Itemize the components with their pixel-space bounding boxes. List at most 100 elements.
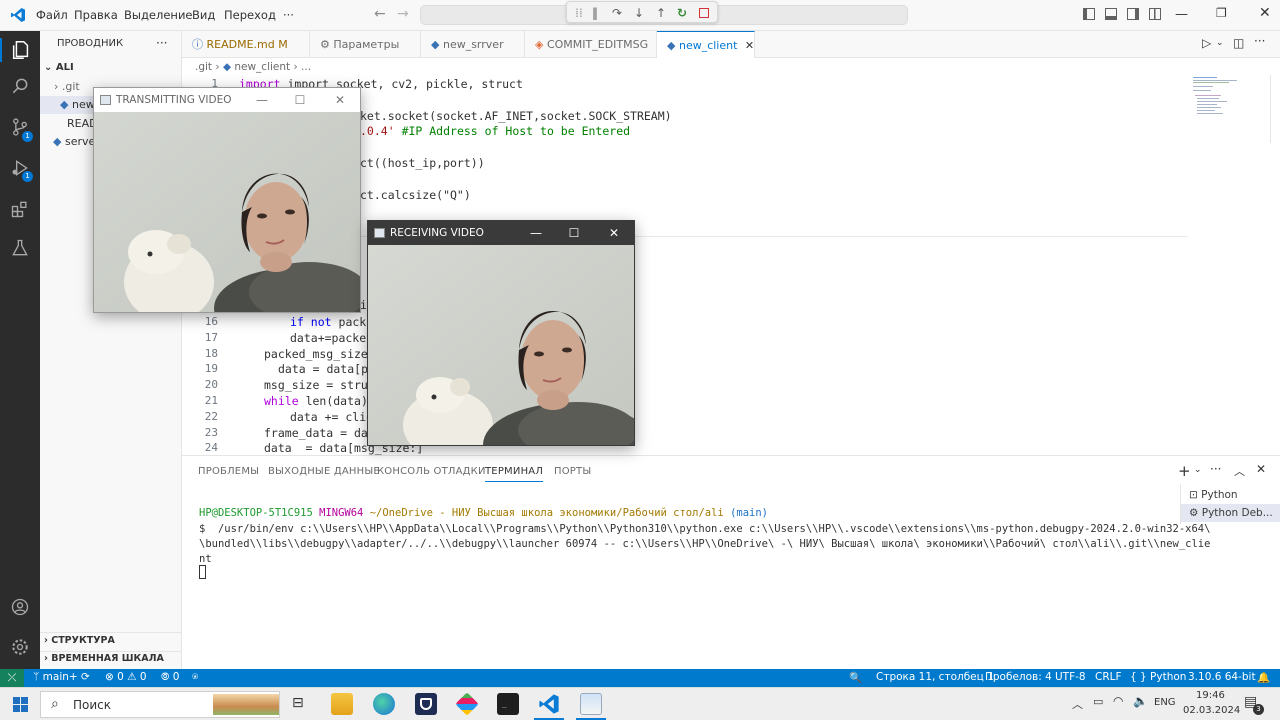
- maximize-icon[interactable]: ☐: [282, 88, 318, 112]
- close-window-icon[interactable]: ✕: [1259, 5, 1271, 21]
- toggle-sidebar-icon[interactable]: [1083, 8, 1095, 20]
- tab-ports[interactable]: ПОРТЫ: [554, 466, 591, 477]
- timeline-section[interactable]: › ВРЕМЕННАЯ ШКАЛА: [44, 653, 164, 664]
- terminal-dropdown-icon[interactable]: ⌄: [1194, 465, 1202, 475]
- forward-arrow-icon[interactable]: →: [397, 6, 409, 22]
- menu-selection[interactable]: Выделение: [124, 8, 193, 22]
- toggle-panel-icon[interactable]: [1105, 8, 1117, 20]
- menu-go[interactable]: Переход: [224, 8, 276, 22]
- run-dropdown-icon[interactable]: ⌄: [1216, 38, 1224, 48]
- end-of-line[interactable]: CRLF: [1095, 671, 1122, 683]
- tab-new-srrver[interactable]: ◆ new_srrver: [421, 31, 525, 58]
- run-debug-status-icon[interactable]: ⍟: [192, 671, 198, 684]
- transmit-title-bar[interactable]: TRANSMITTING VIDEO — ☐ ✕: [94, 88, 360, 112]
- security-app-icon[interactable]: [415, 693, 437, 715]
- app-diamond-icon[interactable]: [455, 692, 479, 716]
- explorer-icon[interactable]: [0, 38, 40, 62]
- restore-window-icon[interactable]: ❐: [1216, 6, 1227, 20]
- restart-icon[interactable]: ↻: [674, 5, 690, 21]
- edge-browser-icon[interactable]: [373, 693, 395, 715]
- step-out-icon[interactable]: ↑: [653, 5, 669, 21]
- terminal-item-python-debug[interactable]: ⚙ Python Deb...: [1181, 504, 1280, 522]
- tab-commit-editmsg[interactable]: ◈ COMMIT_EDITMSG: [525, 31, 657, 58]
- toggle-secondary-sidebar-icon[interactable]: [1127, 8, 1139, 20]
- tab-problems[interactable]: ПРОБЛЕМЫ: [198, 466, 259, 477]
- task-view-icon[interactable]: ⊟: [292, 695, 304, 711]
- minimize-icon[interactable]: —: [518, 221, 554, 245]
- testing-icon[interactable]: [8, 238, 32, 262]
- windows-start-icon[interactable]: [13, 697, 28, 712]
- panel-more-icon[interactable]: ···: [1210, 462, 1221, 476]
- vscode-taskbar-icon[interactable]: [538, 693, 560, 715]
- tab-settings[interactable]: ⚙ Параметры: [310, 31, 421, 58]
- taskbar-search-box[interactable]: ⌕ Поиск: [40, 691, 280, 718]
- menu-view[interactable]: Вид: [192, 8, 215, 22]
- step-into-icon[interactable]: ↓: [631, 5, 647, 21]
- battery-icon[interactable]: ▭: [1093, 695, 1103, 708]
- tree-item-new-client[interactable]: ◆ new: [60, 98, 95, 111]
- breadcrumb-symbol[interactable]: ...: [301, 61, 311, 73]
- pause-icon[interactable]: ‖: [587, 5, 603, 21]
- terminal-app-icon[interactable]: _: [497, 693, 519, 715]
- terminal-output[interactable]: HP@DESKTOP-5T1C915 MINGW64 ~/OneDrive - …: [182, 494, 1210, 664]
- close-tab-icon[interactable]: ✕: [745, 39, 754, 52]
- breadcrumb-git[interactable]: .git: [195, 61, 212, 73]
- tab-output[interactable]: ВЫХОДНЫЕ ДАННЫЕ: [268, 466, 380, 477]
- encoding[interactable]: UTF-8: [1055, 671, 1086, 683]
- settings-gear-icon[interactable]: [8, 637, 32, 661]
- tab-debug-console[interactable]: КОНСОЛЬ ОТЛАДКИ: [377, 466, 486, 477]
- editor-scrollbar[interactable]: [1270, 75, 1280, 143]
- minimap[interactable]: [1193, 75, 1243, 120]
- minimize-icon[interactable]: —: [244, 88, 280, 112]
- terminal-item-python[interactable]: ⊡ Python: [1181, 486, 1280, 504]
- search-icon[interactable]: [8, 76, 32, 100]
- keyboard-language[interactable]: ENG: [1154, 697, 1176, 708]
- drag-handle-icon[interactable]: ⁞⁞: [571, 5, 587, 21]
- accounts-icon[interactable]: [8, 597, 32, 621]
- menu-edit[interactable]: Правка: [74, 8, 118, 22]
- python-interpreter[interactable]: 3.10.6 64-bit: [1188, 671, 1256, 683]
- explorer-more-icon[interactable]: ···: [156, 36, 167, 50]
- wifi-icon[interactable]: ◠: [1113, 694, 1123, 708]
- receive-title-bar[interactable]: RECEIVING VIDEO — ☐ ✕: [368, 221, 634, 245]
- breadcrumb-file[interactable]: new_client: [234, 61, 290, 73]
- python-window-taskbar-icon[interactable]: [580, 693, 602, 715]
- ports-indicator[interactable]: ⦾ 0: [161, 671, 179, 684]
- run-file-icon[interactable]: ▷: [1202, 36, 1211, 50]
- receiving-video-window[interactable]: RECEIVING VIDEO — ☐ ✕: [367, 220, 635, 446]
- back-arrow-icon[interactable]: ←: [374, 6, 386, 22]
- clock-date[interactable]: 02.03.2024: [1183, 705, 1240, 716]
- close-panel-icon[interactable]: ✕: [1256, 462, 1266, 476]
- close-icon[interactable]: ✕: [322, 88, 358, 112]
- notifications-bell-icon[interactable]: 🔔: [1257, 671, 1270, 684]
- file-explorer-icon[interactable]: [331, 693, 353, 715]
- extensions-icon[interactable]: [8, 199, 32, 223]
- tray-overflow-icon[interactable]: ︿: [1072, 696, 1083, 712]
- editor-more-icon[interactable]: ···: [1254, 34, 1265, 48]
- tree-item-git[interactable]: › .git: [54, 80, 80, 93]
- outline-section[interactable]: › СТРУКТУРА: [44, 635, 115, 646]
- maximize-panel-icon[interactable]: ︿: [1234, 463, 1245, 479]
- problems-indicator[interactable]: ⊗ 0 ⚠ 0: [105, 671, 147, 683]
- tab-new-client[interactable]: ◆ new_client ✕: [657, 31, 755, 58]
- minimize-window-icon[interactable]: —: [1175, 7, 1188, 22]
- menu-more[interactable]: ···: [283, 8, 294, 22]
- branch-indicator[interactable]: ᛘ main+ ⟳: [33, 671, 90, 683]
- volume-icon[interactable]: 🔈: [1133, 694, 1148, 708]
- stop-icon[interactable]: [696, 5, 712, 21]
- remote-indicator-icon[interactable]: ⤫: [0, 669, 24, 687]
- tab-terminal[interactable]: ТЕРМИНАЛ: [485, 466, 544, 482]
- split-editor-icon[interactable]: ◫: [1233, 36, 1244, 50]
- cursor-position[interactable]: Строка 11, столбец 1: [876, 671, 994, 683]
- language-mode[interactable]: { } Python: [1130, 671, 1186, 683]
- menu-file[interactable]: Файл: [36, 8, 68, 22]
- clock-time[interactable]: 19:46: [1196, 690, 1225, 701]
- new-terminal-icon[interactable]: +: [1178, 462, 1191, 480]
- transmitting-video-window[interactable]: TRANSMITTING VIDEO — ☐ ✕: [93, 87, 361, 313]
- maximize-icon[interactable]: ☐: [556, 221, 592, 245]
- customize-layout-icon[interactable]: [1149, 8, 1161, 20]
- zoom-icon[interactable]: 🔍: [849, 671, 862, 684]
- tab-readme[interactable]: ⓘ README.md M: [182, 31, 310, 58]
- indentation[interactable]: Пробелов: 4: [985, 671, 1052, 683]
- close-icon[interactable]: ✕: [596, 221, 632, 245]
